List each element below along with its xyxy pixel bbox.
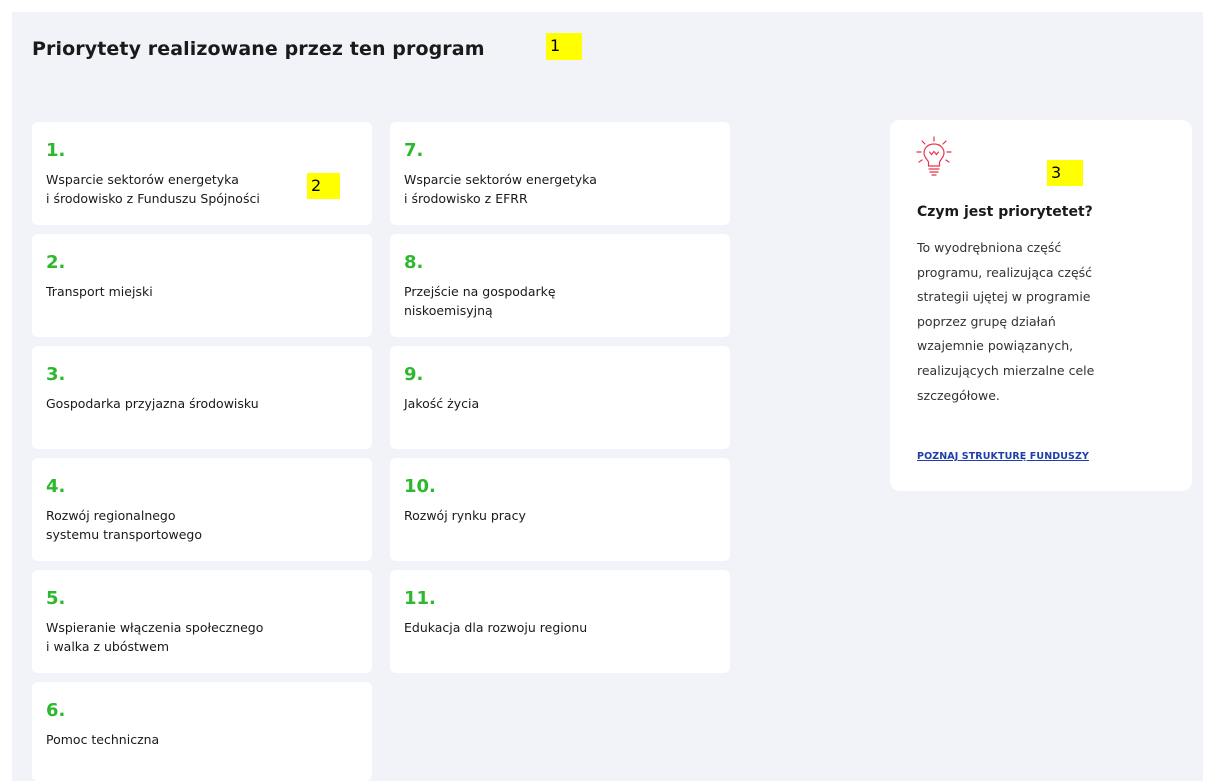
priority-card-11[interactable]: 11. Edukacja dla rozwoju regionu: [390, 570, 730, 673]
priority-number: 4.: [46, 476, 66, 497]
priority-label: Pomoc techniczna: [46, 732, 160, 747]
priority-card-7[interactable]: 7. Wsparcie sektorów energetyka i środow…: [390, 122, 730, 225]
lightbulb-icon: [916, 136, 952, 176]
annotation-marker-1: 1: [546, 33, 582, 60]
priority-card-4[interactable]: 4. Rozwój regionalnego systemu transport…: [32, 458, 372, 561]
annotation-marker-2: 2: [307, 173, 340, 199]
priority-card-6[interactable]: 6. Pomoc techniczna: [32, 682, 372, 781]
priority-card-3[interactable]: 3. Gospodarka przyjazna środowisku: [32, 346, 372, 449]
priority-label: Transport miejski: [46, 284, 153, 299]
priority-number: 5.: [46, 588, 66, 609]
priority-number: 9.: [404, 364, 424, 385]
priority-label: Gospodarka przyjazna środowisku: [46, 396, 259, 411]
priority-label: Wspieranie włączenia społecznego i walka…: [46, 620, 264, 654]
priority-info-panel: Czym jest priorytetet? To wyodrębniona c…: [890, 120, 1192, 491]
priority-label: Edukacja dla rozwoju regionu: [404, 620, 588, 635]
priority-number: 10.: [404, 476, 436, 497]
priority-number: 7.: [404, 140, 424, 161]
info-description: To wyodrębniona część programu, realizuj…: [917, 240, 1095, 403]
priority-number: 1.: [46, 140, 66, 161]
priority-number: 2.: [46, 252, 66, 273]
info-heading: Czym jest priorytetet?: [917, 204, 1093, 220]
priority-card-10[interactable]: 10. Rozwój rynku pracy: [390, 458, 730, 561]
priority-label: Przejście na gospodarkę niskoemisyjną: [404, 284, 556, 318]
priority-number: 3.: [46, 364, 66, 385]
annotation-marker-3: 3: [1047, 160, 1083, 186]
priorities-section: Priorytety realizowane przez ten program…: [12, 12, 1203, 781]
priority-number: 6.: [46, 700, 66, 721]
priority-number: 8.: [404, 252, 424, 273]
priority-card-9[interactable]: 9. Jakość życia: [390, 346, 730, 449]
priority-label: Rozwój rynku pracy: [404, 508, 526, 523]
section-title: Priorytety realizowane przez ten program: [32, 38, 485, 60]
priority-card-2[interactable]: 2. Transport miejski: [32, 234, 372, 337]
priority-label: Jakość życia: [404, 396, 480, 411]
fund-structure-link[interactable]: POZNAJ STRUKTURĘ FUNDUSZY: [917, 451, 1089, 462]
priority-label: Rozwój regionalnego systemu transportowe…: [46, 508, 202, 542]
priority-card-8[interactable]: 8. Przejście na gospodarkę niskoemisyjną: [390, 234, 730, 337]
priority-label: Wsparcie sektorów energetyka i środowisk…: [404, 172, 597, 206]
priority-label: Wsparcie sektorów energetyka i środowisk…: [46, 172, 260, 206]
priority-number: 11.: [404, 588, 436, 609]
priority-card-5[interactable]: 5. Wspieranie włączenia społecznego i wa…: [32, 570, 372, 673]
